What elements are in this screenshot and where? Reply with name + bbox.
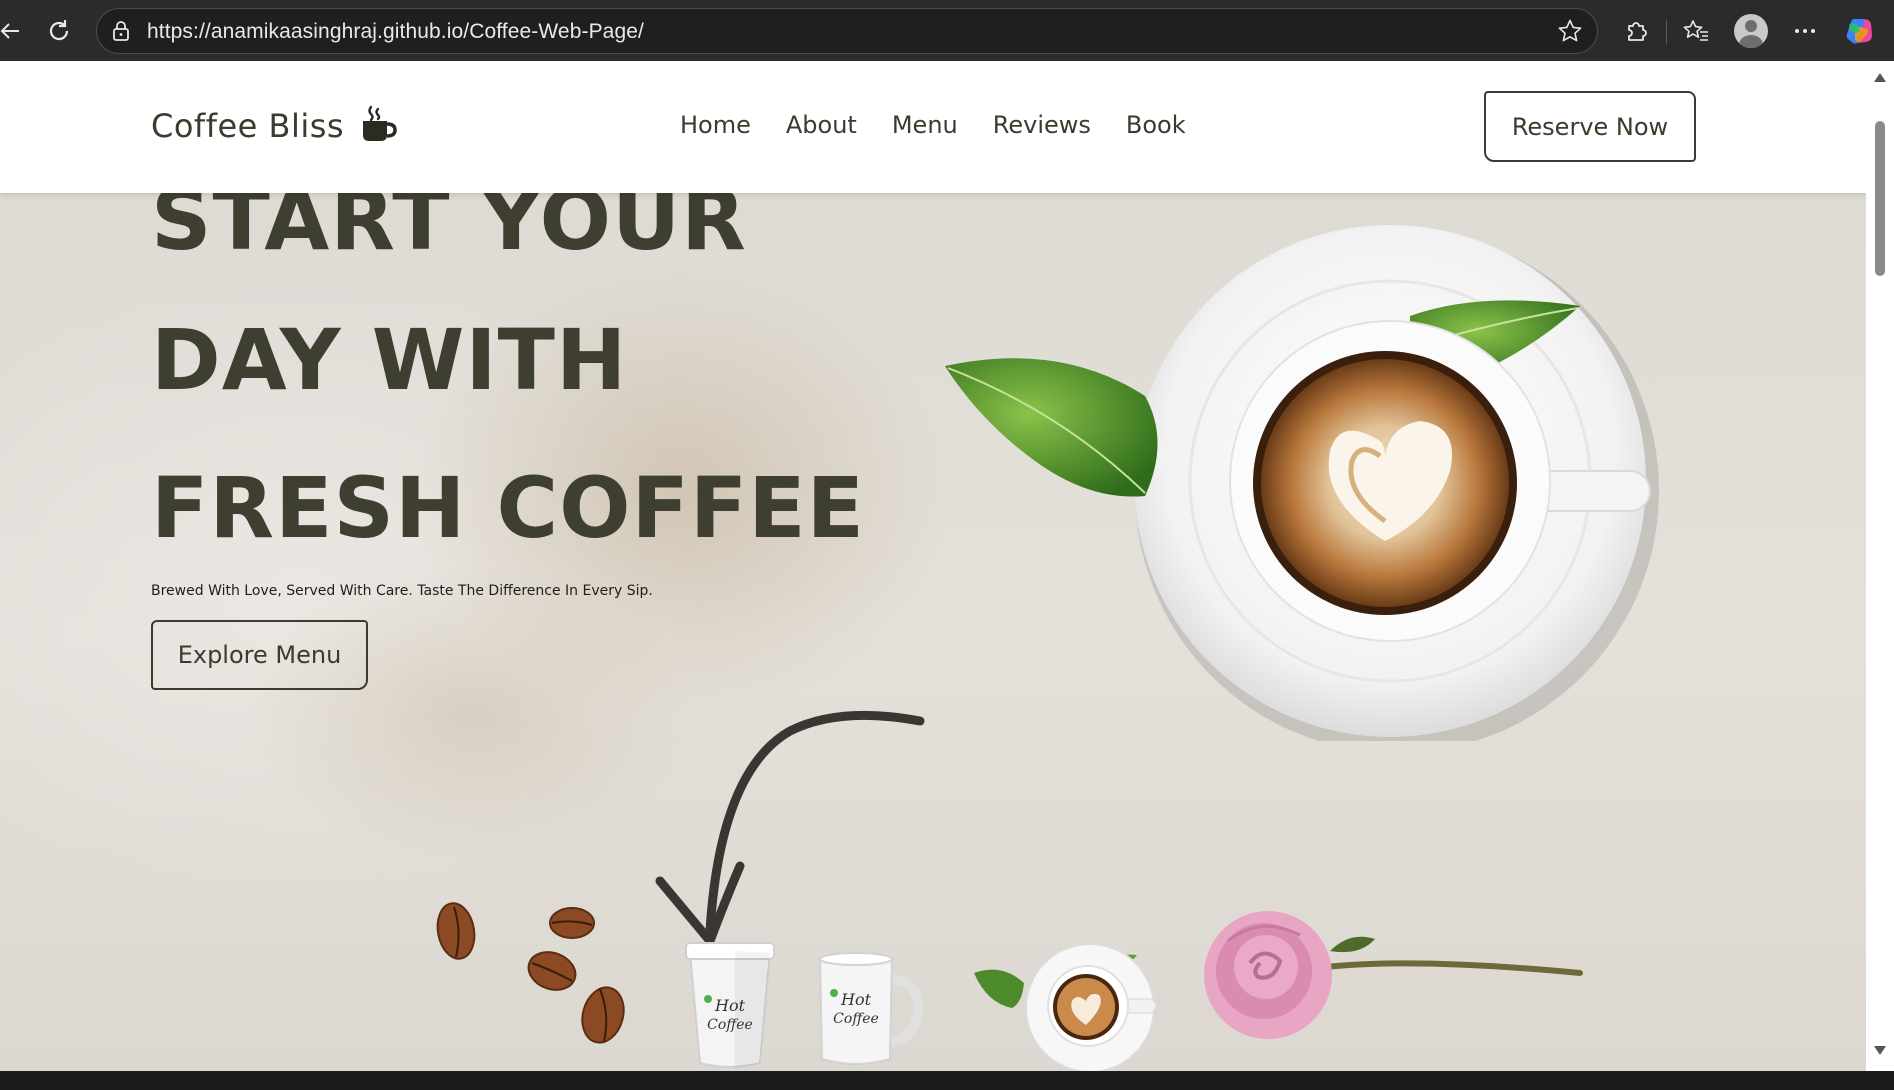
star-icon[interactable] [1557,18,1583,48]
brand-logo[interactable]: Coffee Bliss [151,105,398,147]
hero-tagline: Brewed With Love, Served With Care. Tast… [151,583,653,599]
toolbar-divider [1666,20,1667,44]
explore-menu-button[interactable]: Explore Menu [151,620,368,690]
scroll-thumb[interactable] [1875,121,1885,276]
back-arrow-icon[interactable] [0,13,28,49]
refresh-icon[interactable] [41,13,77,49]
coffee-beans-image [436,902,625,1044]
small-coffee-cup-image [974,943,1157,1071]
svg-text:Coffee: Coffee [833,1011,879,1027]
profile-icon[interactable] [1733,13,1769,49]
extensions-icon[interactable] [1618,13,1654,49]
hero-title-line-2: DAY WITH [151,311,628,409]
nav-link-menu[interactable]: Menu [892,111,958,139]
nav-link-about[interactable]: About [786,111,857,139]
favorites-icon[interactable] [1678,13,1714,49]
pink-rose-image [1204,911,1583,1039]
more-icon[interactable] [1787,13,1823,49]
copilot-icon[interactable] [1841,13,1877,49]
svg-text:Hot: Hot [714,996,746,1015]
nav-link-home[interactable]: Home [680,111,751,139]
nav-links: Home About Menu Reviews Book [680,111,1186,139]
scroll-down-arrow-icon[interactable] [1874,1046,1886,1055]
reserve-now-button[interactable]: Reserve Now [1484,91,1696,162]
avatar[interactable] [1734,14,1768,48]
coffee-cup-image [945,225,1659,741]
nav-link-reviews[interactable]: Reviews [993,111,1091,139]
mug-icon [360,105,398,147]
browser-toolbar: https://anamikaasinghraj.github.io/Coffe… [0,0,1894,61]
lock-icon[interactable] [111,20,131,46]
page-scrollbar[interactable] [1866,61,1894,1071]
scroll-up-arrow-icon[interactable] [1874,73,1886,82]
mug-image: Hot Coffee [818,952,924,1065]
taskbar [0,1071,1894,1090]
site-navbar: Coffee Bliss Home About Menu Reviews Boo… [0,61,1866,193]
svg-text:Hot: Hot [840,990,872,1009]
page-viewport: START YOUR DAY WITH FRESH COFFEE Brewed … [0,61,1866,1071]
curved-arrow-icon [655,710,925,946]
address-bar[interactable]: https://anamikaasinghraj.github.io/Coffe… [96,8,1598,54]
paper-cup-image: Hot Coffee [685,942,775,1068]
brand-name[interactable]: Coffee Bliss [151,107,344,145]
nav-link-book[interactable]: Book [1126,111,1186,139]
svg-text:Coffee: Coffee [707,1017,753,1033]
url-text[interactable]: https://anamikaasinghraj.github.io/Coffe… [147,20,644,44]
hero-title-line-3: FRESH COFFEE [151,459,866,557]
